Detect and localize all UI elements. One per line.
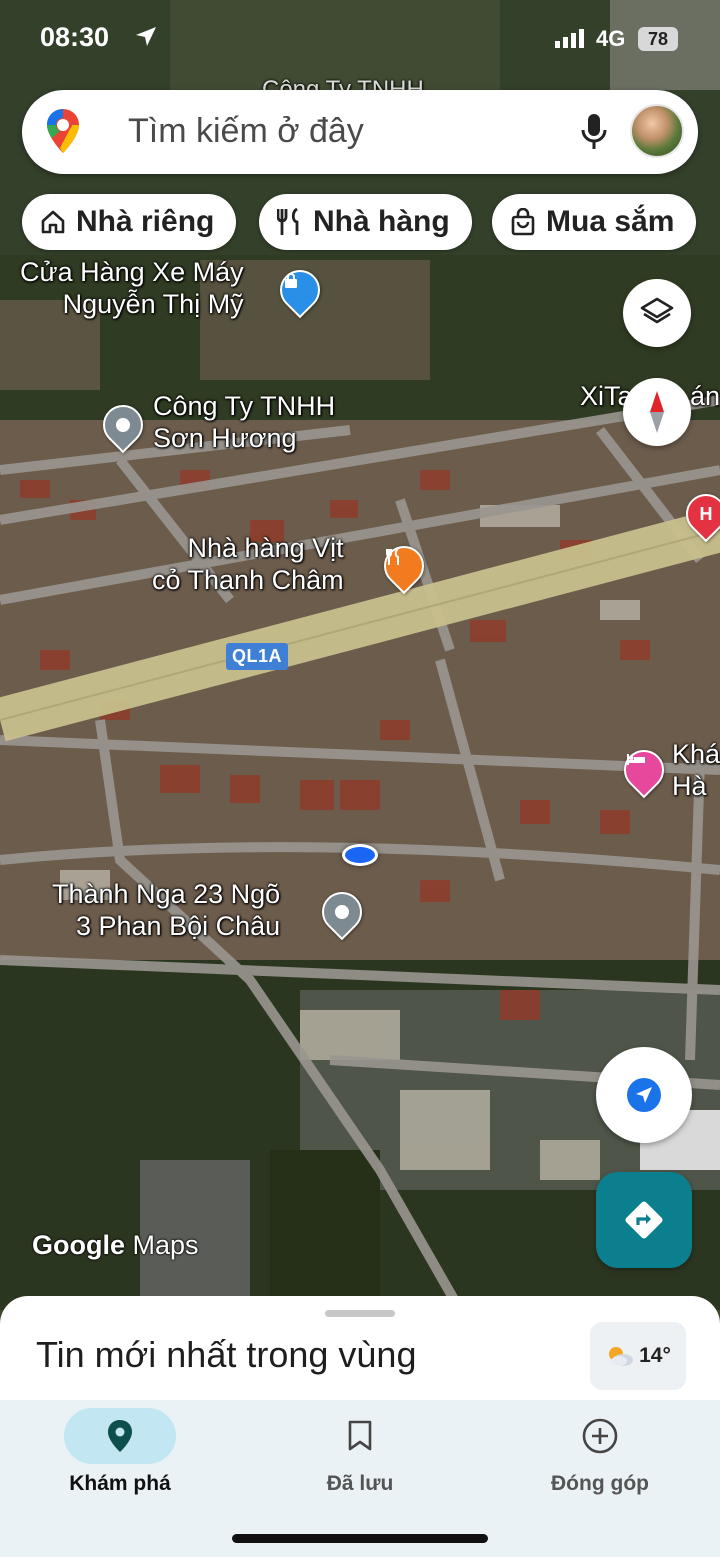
sheet-title: Tin mới nhất trong vùng (36, 1334, 417, 1375)
nav-explore-label: Khám phá (69, 1472, 171, 1495)
restaurant-icon (277, 207, 303, 237)
shopping-bag-icon (510, 208, 536, 236)
brand-maps: Maps (132, 1230, 199, 1260)
bookmark-icon (348, 1420, 372, 1451)
category-chips: Nhà riêng Nhà hàng Mua sắm (22, 194, 720, 252)
network-type: 4G (596, 26, 626, 51)
add-circle-icon (582, 1418, 618, 1454)
map-label-company[interactable]: Công Ty TNHH Sơn Hương (153, 390, 335, 454)
explore-pin-icon (108, 1420, 132, 1452)
google-maps-logo-icon (47, 109, 79, 153)
hospital-marker-label: H (699, 503, 713, 524)
map-label-hotel-line2: Hà (672, 771, 707, 801)
my-location-button[interactable] (596, 1047, 692, 1143)
home-indicator[interactable] (232, 1534, 488, 1543)
status-bar: 08:30 4G 78 (0, 0, 720, 80)
compass-button[interactable] (623, 378, 691, 446)
compass-icon (650, 391, 664, 433)
nav-saved-label: Đã lưu (326, 1472, 394, 1495)
chip-shopping-label: Mua sắm (546, 205, 675, 238)
map-label-place-line1: Thành Nga 23 Ngõ (52, 879, 281, 909)
nav-contribute-icon-wrap (544, 1408, 656, 1464)
map-label-shop-line2: Nguyễn Thị Mỹ (62, 289, 244, 319)
nav-saved-icon-wrap (304, 1408, 416, 1464)
chip-home[interactable]: Nhà riêng (22, 194, 237, 250)
weather-chip[interactable]: 14° (590, 1322, 686, 1390)
road-shield-ql1a: QL1A (226, 643, 289, 670)
map-label-hotel[interactable]: Khá Hà (672, 738, 720, 802)
map-label-company-line1: Công Ty TNHH (153, 391, 336, 421)
nav-saved[interactable]: Đã lưu (240, 1400, 480, 1520)
home-icon (40, 209, 66, 235)
sheet-drag-handle[interactable] (325, 1310, 395, 1317)
layers-button[interactable] (623, 279, 691, 347)
brand-google: Google (32, 1230, 125, 1260)
map-label-restaurant[interactable]: Nhà hàng Vịt cỏ Thanh Châm (152, 532, 344, 596)
bottom-sheet[interactable]: Tin mới nhất trong vùng 14° (0, 1296, 720, 1406)
chip-restaurant-label: Nhà hàng (313, 205, 450, 238)
search-input[interactable]: Tìm kiếm ở đây (128, 112, 364, 151)
google-maps-watermark: Google Maps (32, 1230, 199, 1261)
map-label-place[interactable]: Thành Nga 23 Ngõ 3 Phan Bội Châu (52, 878, 280, 942)
directions-icon (625, 1201, 663, 1239)
partly-cloudy-icon (605, 1344, 635, 1368)
directions-button[interactable] (596, 1172, 692, 1268)
microphone-icon[interactable] (578, 112, 610, 152)
my-location-dot (342, 844, 378, 866)
navigation-arrow-icon (627, 1078, 661, 1112)
signal-icon (555, 29, 584, 48)
map-label-hotel-line1: Khá (672, 739, 720, 769)
map-label-shop[interactable]: Cửa Hàng Xe Máy Nguyễn Thị Mỹ (20, 256, 244, 320)
chip-home-label: Nhà riêng (76, 205, 215, 238)
nav-contribute[interactable]: Đóng góp (480, 1400, 720, 1520)
weather-temperature: 14° (639, 1344, 671, 1367)
nav-explore-icon-wrap (64, 1408, 176, 1464)
nav-explore[interactable]: Khám phá (0, 1400, 240, 1520)
chip-shopping[interactable]: Mua sắm (492, 194, 697, 250)
search-bar[interactable]: Tìm kiếm ở đây (22, 90, 698, 174)
nav-contribute-label: Đóng góp (551, 1472, 649, 1495)
map-label-shop-line1: Cửa Hàng Xe Máy (20, 257, 244, 287)
status-time: 08:30 (40, 22, 110, 52)
account-avatar[interactable] (630, 104, 684, 158)
chip-restaurant[interactable]: Nhà hàng (259, 194, 472, 250)
location-arrow-icon (136, 27, 156, 46)
map-label-restaurant-line1: Nhà hàng Vịt (187, 533, 344, 563)
map-label-right-top-2[interactable]: án (690, 380, 720, 412)
battery-indicator: 78 (638, 27, 678, 51)
layers-icon (640, 297, 674, 324)
map-label-place-line2: 3 Phan Bội Châu (76, 911, 281, 941)
map-label-restaurant-line2: cỏ Thanh Châm (152, 565, 344, 595)
map-label-company-line2: Sơn Hương (153, 423, 297, 453)
